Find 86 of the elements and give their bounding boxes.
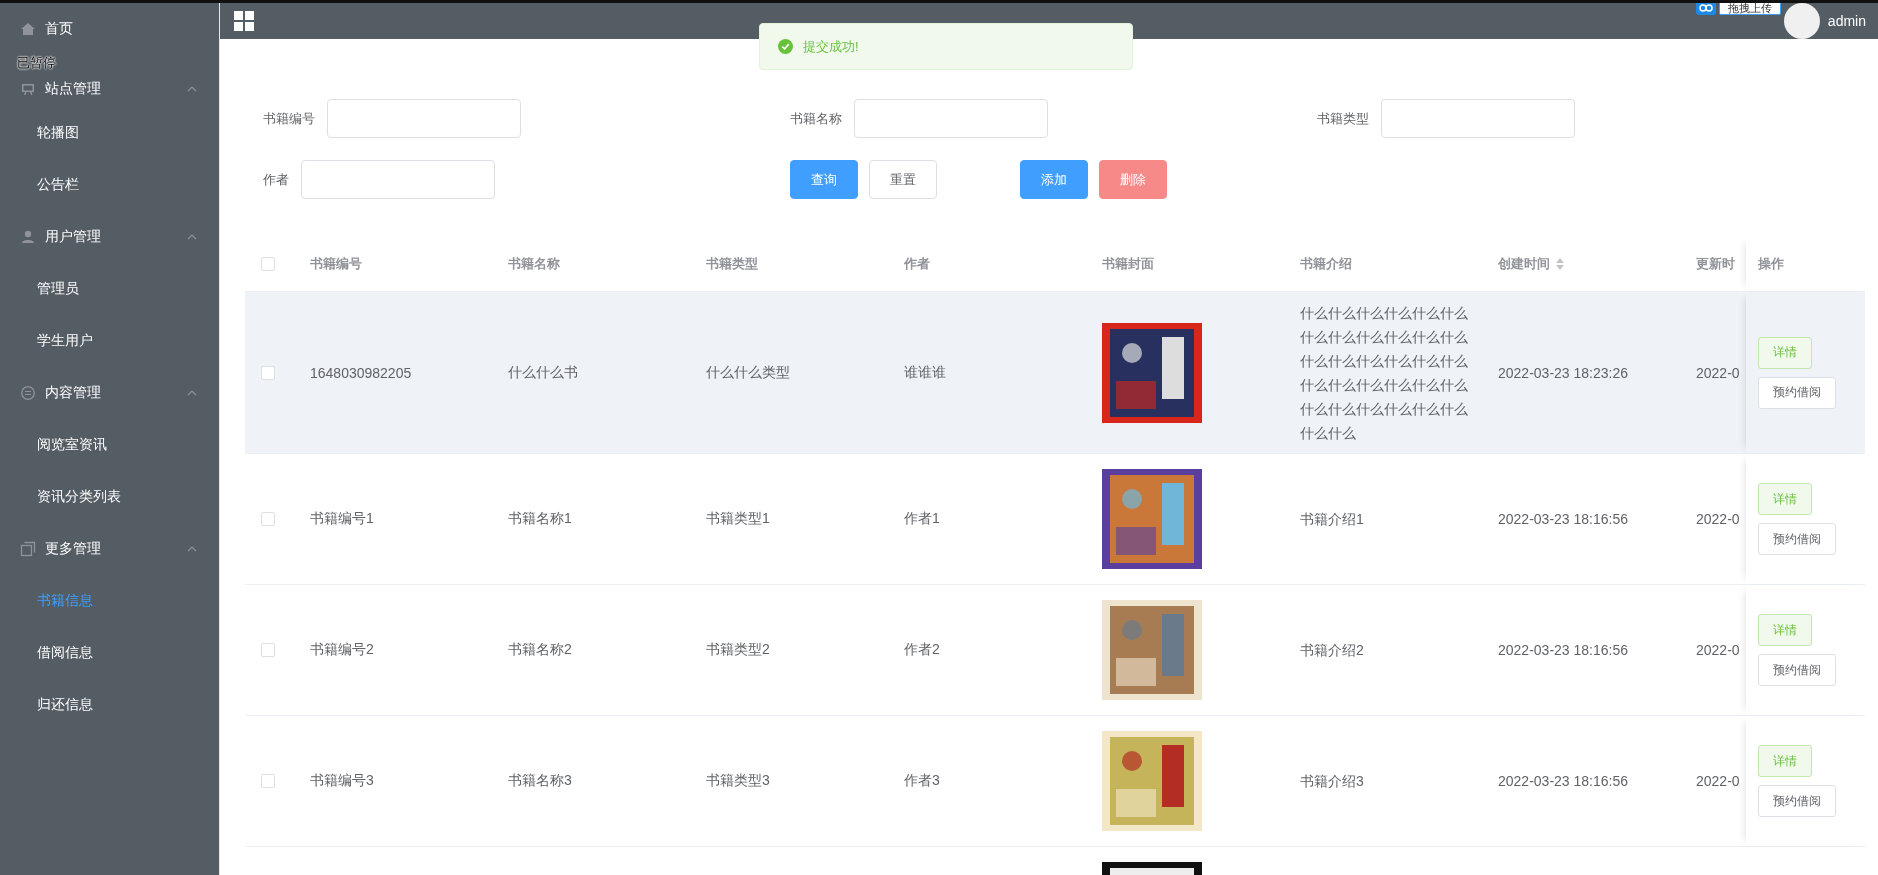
table-cell-text: 书籍介绍2: [1300, 641, 1365, 660]
user-icon: [20, 229, 36, 245]
field-label: 书籍名称: [790, 109, 842, 128]
table-cell: 2022-03-23 18:16:56: [1498, 511, 1628, 527]
column-header: 更新时: [1696, 255, 1735, 273]
menu-item[interactable]: 学生用户: [0, 315, 219, 367]
reserve-button[interactable]: 预约借阅: [1758, 654, 1836, 686]
chevron-icon: [187, 390, 197, 396]
table-cell: 2022-0: [1696, 773, 1740, 789]
cloud-icon: [1696, 3, 1716, 15]
input-field[interactable]: [327, 99, 521, 138]
menu-group[interactable]: 站点管理: [0, 71, 219, 107]
table-cell: 书籍编号2: [310, 641, 374, 659]
table-cell-text: 书籍介绍3: [1300, 772, 1365, 791]
table-cell: 2022-0: [1696, 364, 1740, 381]
table-cell: 书籍名称2: [508, 641, 572, 659]
menu-item[interactable]: 借阅信息: [0, 627, 219, 679]
menu-item[interactable]: 公告栏: [0, 159, 219, 211]
field-label: 作者: [263, 170, 289, 189]
table-cell: 2022-03-23 18:23:26: [1498, 364, 1628, 381]
table-cell: 书籍编号3: [310, 772, 374, 790]
field-label: 书籍类型: [1317, 109, 1369, 128]
table-cell: 什么什么书: [508, 363, 578, 382]
field-label: 书籍编号: [263, 109, 315, 128]
reset-button[interactable]: 重置: [869, 160, 937, 199]
table-cell: 2022-03-23 18:16:56: [1498, 642, 1628, 658]
table-cell: 谁谁谁: [904, 363, 946, 382]
column-header: 书籍封面: [1102, 255, 1154, 273]
column-header: 书籍类型: [706, 255, 758, 273]
menu-item[interactable]: 归还信息: [0, 679, 219, 731]
table-cell: 作者3: [904, 772, 940, 790]
table-cell: 书籍类型1: [706, 510, 770, 528]
checkbox[interactable]: [261, 512, 275, 526]
column-header: 书籍编号: [310, 255, 362, 273]
table-cell: 2022-03-23 18:16:56: [1498, 773, 1628, 789]
table-cell: 书籍类型2: [706, 641, 770, 659]
toast-message: 提交成功!: [803, 37, 859, 56]
chat-icon: [20, 385, 36, 401]
avatar[interactable]: [1783, 3, 1820, 39]
menu-item[interactable]: 阅览室资讯: [0, 419, 219, 471]
menu-group[interactable]: 用户管理: [0, 211, 219, 263]
table-cell: 书籍名称1: [508, 510, 572, 528]
table-cell: 书籍编号1: [310, 510, 374, 528]
reserve-button[interactable]: 预约借阅: [1758, 523, 1836, 555]
chevron-icon: [187, 234, 197, 240]
input-field[interactable]: [301, 160, 495, 199]
table-cell: 作者2: [904, 641, 940, 659]
upload-badge[interactable]: 拖拽上传: [1719, 3, 1781, 15]
menu-item[interactable]: 轮播图: [0, 107, 219, 159]
easel-icon: [20, 81, 36, 97]
sort-icon[interactable]: [1556, 258, 1564, 270]
reserve-button[interactable]: 预约借阅: [1758, 376, 1836, 409]
column-header: 操作: [1758, 255, 1784, 273]
menu-item[interactable]: 首页: [0, 3, 219, 55]
column-header: 作者: [904, 255, 930, 273]
grid-menu-icon[interactable]: [234, 11, 254, 31]
table-cell: 作者1: [904, 510, 940, 528]
checkbox[interactable]: [261, 257, 275, 271]
table-cell-text: 书籍介绍1: [1300, 510, 1365, 529]
menu-item[interactable]: 管理员: [0, 263, 219, 315]
checkbox[interactable]: [261, 365, 275, 380]
input-field[interactable]: [854, 99, 1048, 138]
checkbox[interactable]: [261, 774, 275, 788]
table-cell: 2022-0: [1696, 511, 1740, 527]
table-cell: 书籍名称3: [508, 772, 572, 790]
input-field[interactable]: [1381, 99, 1575, 138]
chevron-icon: [187, 546, 197, 552]
user-name: admin: [1827, 13, 1866, 29]
table-cell: 1648030982205: [310, 364, 412, 381]
table-cell: 什么什么类型: [706, 363, 790, 382]
table-cell-text: 什么什么什么什么什么什么什么什么什么什么什么什么什么什么什么什么什么什么什么什么什么什么什么什么什么什么什么什么什么什么什么什么: [1300, 303, 1469, 443]
reserve-button[interactable]: 预约借阅: [1758, 785, 1836, 817]
menu-group[interactable]: 更多管理: [0, 523, 219, 575]
paused-label: 已暂停: [17, 55, 56, 71]
menu-group[interactable]: 内容管理: [0, 367, 219, 419]
table-cell: 2022-0: [1696, 642, 1740, 658]
check-circle-icon: [778, 39, 793, 54]
chevron-icon: [187, 86, 197, 92]
table-cell: 书籍类型3: [706, 772, 770, 790]
column-header: 书籍介绍: [1300, 255, 1352, 273]
home-icon: [20, 21, 36, 37]
checkbox[interactable]: [261, 643, 275, 657]
column-header: 创建时间: [1498, 255, 1550, 273]
menu-item[interactable]: 资讯分类列表: [0, 471, 219, 523]
column-header: 书籍名称: [508, 255, 560, 273]
copy-icon: [20, 541, 36, 557]
